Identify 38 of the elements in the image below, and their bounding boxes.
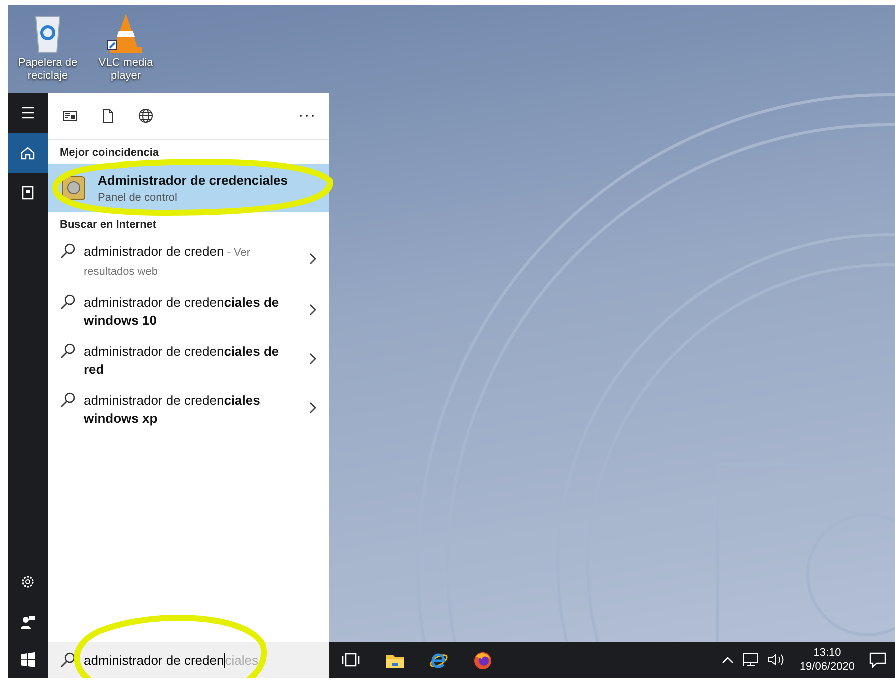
chevron-right-icon [309, 353, 317, 365]
network-icon[interactable] [742, 652, 760, 668]
more-options-icon[interactable] [299, 114, 315, 118]
clock[interactable]: 13:10 19/06/2020 [794, 646, 861, 674]
section-heading: Buscar en Internet [59, 218, 158, 233]
web-result-item[interactable]: administrador de credenciales windows xp [48, 385, 329, 434]
desktop-icon-label[interactable]: VLC media player [96, 57, 156, 83]
section-heading: Mejor coincidencia [59, 146, 160, 161]
chevron-right-icon [309, 304, 317, 316]
apps-filter-icon[interactable] [62, 108, 78, 124]
home-icon [20, 145, 36, 161]
globe-icon[interactable] [138, 108, 154, 124]
document-icon[interactable] [100, 108, 116, 124]
search-icon [60, 343, 76, 359]
search-icon [60, 392, 76, 408]
notification-icon[interactable] [869, 652, 887, 668]
web-result-item[interactable]: administrador de credenciales de red [48, 336, 329, 385]
rail-item[interactable] [8, 133, 48, 173]
browser-e-icon[interactable] [429, 651, 449, 669]
search-icon [60, 294, 76, 310]
speaker-icon[interactable] [768, 653, 786, 667]
menu-icon [20, 105, 36, 121]
search-field[interactable]: administrador de credenciales [48, 642, 329, 678]
chevron-right-icon [309, 253, 317, 265]
portrait-icon [20, 185, 36, 201]
web-result-item[interactable]: administrador de credenciales de windows 10 [48, 287, 329, 336]
search-icon [60, 652, 76, 668]
windows-logo-icon [20, 652, 36, 668]
user-icon[interactable] [20, 614, 36, 630]
task-view-icon[interactable] [341, 651, 361, 669]
settings-icon[interactable] [20, 574, 36, 590]
desktop-icon-label[interactable]: Papelera de reciclaje [18, 57, 78, 83]
chevron-up-icon[interactable] [722, 656, 734, 664]
web-result-item[interactable]: administrador de creden - Ver resultados web [48, 236, 329, 287]
search-icon [60, 243, 76, 259]
fox-globe-icon[interactable] [473, 651, 493, 669]
chevron-right-icon [309, 402, 317, 414]
safe-icon [60, 174, 88, 202]
